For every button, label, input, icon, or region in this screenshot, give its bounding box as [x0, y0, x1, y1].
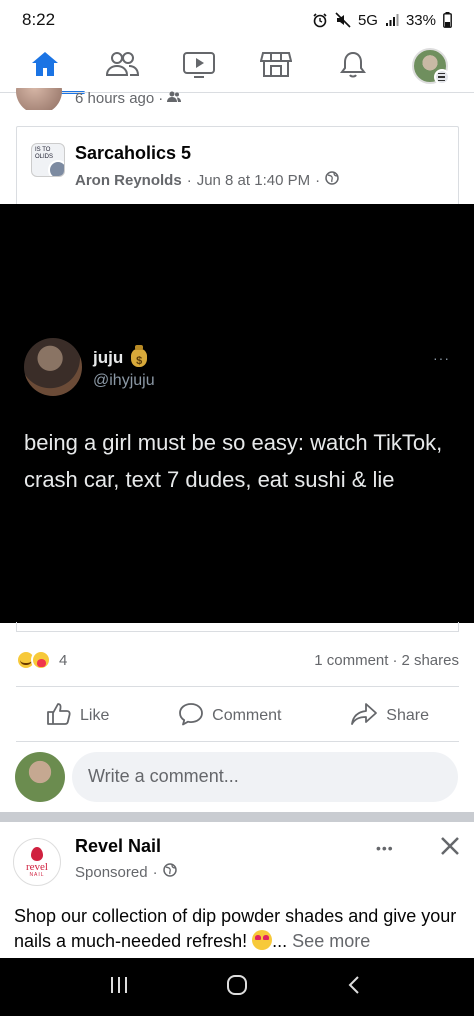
signal-icon [385, 13, 399, 27]
group-name[interactable]: Sarcaholics 5 [75, 143, 191, 164]
group-thumbnail-text: IS TO OLIDS [35, 147, 54, 160]
ad-ellipsis: ... [272, 931, 288, 951]
battery-percent: 33% [405, 11, 436, 29]
status-icons: 5G 33% [312, 12, 452, 29]
top-nav [0, 40, 474, 94]
thumbs-up-icon [46, 702, 72, 731]
meta-separator: · [315, 171, 321, 189]
comment-input[interactable]: Write a comment... [72, 752, 458, 802]
nav-notifications[interactable] [323, 42, 383, 90]
recent-apps-icon[interactable] [108, 974, 130, 1001]
nav-home[interactable] [15, 42, 85, 94]
advertiser-logo[interactable]: revel NAIL [13, 838, 61, 886]
money-bag-symbol: $ [136, 355, 143, 367]
share-icon [350, 702, 378, 731]
nav-profile-menu[interactable] [400, 42, 460, 90]
post-time[interactable]: 6 hours ago [75, 90, 154, 107]
status-time: 8:22 [22, 10, 56, 29]
money-bag-icon: $ [131, 345, 148, 367]
video-icon [182, 50, 216, 83]
tweet-display-name: juju $ [93, 345, 148, 368]
share-button[interactable]: Share [350, 702, 429, 731]
nav-marketplace[interactable] [246, 42, 306, 90]
meta-separator: · [186, 171, 192, 189]
logo-word: revel [26, 860, 48, 873]
network-label: 5G [357, 11, 378, 29]
reactions-divider [16, 686, 459, 687]
like-button[interactable]: Like [46, 702, 109, 731]
system-navigation-bar [0, 958, 474, 1016]
friends-icon [105, 50, 139, 83]
meta-separator: · [158, 90, 164, 107]
heart-eyes-emoji-icon [252, 930, 273, 950]
nav-watch[interactable] [169, 42, 229, 90]
card-bottom-edge [16, 622, 459, 632]
globe-icon [162, 863, 177, 881]
meta-separator: · [392, 651, 398, 669]
comment-composer: Write a comment... [0, 750, 474, 806]
nav-friends[interactable] [92, 42, 152, 90]
tweet-avatar [24, 338, 82, 396]
profile-avatar [411, 48, 450, 85]
tweet-name-text: juju [93, 348, 124, 367]
more-options-icon[interactable]: ••• [376, 840, 394, 856]
sponsored-text[interactable]: Sponsored [75, 864, 148, 881]
sponsored-label: Sponsored · [75, 863, 177, 881]
care-reaction-icon [31, 650, 51, 670]
close-icon[interactable] [436, 832, 464, 860]
comment-label: Comment [212, 707, 282, 724]
logo-subword: NAIL [29, 871, 45, 878]
share-label: Share [386, 707, 429, 724]
menu-icon [433, 69, 450, 85]
back-icon[interactable] [344, 974, 366, 1001]
shared-post-meta: Aron Reynolds · Jun 8 at 1:40 PM · [75, 171, 339, 189]
reaction-summary[interactable]: 4 [16, 650, 67, 670]
ad-text: Shop our collection of dip powder shades… [14, 904, 464, 954]
see-more-link[interactable]: See more [292, 931, 370, 951]
avatar[interactable] [16, 88, 62, 110]
shared-post-card[interactable]: IS TO OLIDS Sarcaholics 5 Aron Reynolds … [16, 126, 459, 206]
status-bar: 8:22 5G 33% [0, 0, 474, 40]
avatar[interactable] [15, 752, 65, 802]
tweet-handle: @ihyjuju [93, 372, 155, 389]
home-icon [30, 50, 60, 83]
battery-icon [443, 12, 452, 28]
like-label: Like [80, 707, 110, 724]
globe-icon [325, 171, 339, 189]
actions-divider [16, 741, 459, 742]
reaction-count: 4 [59, 651, 68, 669]
comment-icon [178, 702, 204, 731]
bell-icon [339, 50, 367, 83]
advertiser-name[interactable]: Revel Nail [75, 836, 161, 857]
tweet-more-icon: ··· [433, 350, 450, 366]
comment-button[interactable]: Comment [178, 702, 282, 731]
meta-separator: · [152, 863, 158, 881]
ad-body: Shop our collection of dip powder shades… [14, 906, 457, 951]
previous-post-meta: 6 hours ago · [75, 90, 182, 107]
post-timestamp[interactable]: Jun 8 at 1:40 PM [197, 172, 310, 189]
sponsored-post: revel NAIL Revel Nail Sponsored · ••• Sh… [0, 822, 474, 958]
feed-separator [0, 812, 474, 822]
engagement-counts: 1 comment · 2 shares [314, 652, 459, 669]
friends-audience-icon [167, 90, 182, 107]
previous-post: 6 hours ago · [0, 88, 474, 110]
nail-drop-icon [31, 846, 43, 861]
home-button-icon[interactable] [225, 973, 249, 1002]
tweet-text: being a girl must be so easy: watch TikT… [24, 430, 443, 492]
comment-count[interactable]: 1 comment [314, 652, 388, 669]
post-image[interactable]: juju $ @ihyjuju ··· being a girl must be… [0, 204, 474, 623]
reactions-row: 4 1 comment · 2 shares [16, 648, 459, 672]
store-icon [259, 50, 292, 83]
author-mini-avatar [48, 160, 64, 176]
mute-icon [335, 12, 351, 28]
group-thumbnail[interactable]: IS TO OLIDS [31, 143, 65, 177]
share-count[interactable]: 2 shares [401, 652, 459, 669]
author-name[interactable]: Aron Reynolds [75, 172, 182, 189]
action-bar: Like Comment Share [16, 695, 459, 737]
alarm-icon [312, 12, 328, 28]
